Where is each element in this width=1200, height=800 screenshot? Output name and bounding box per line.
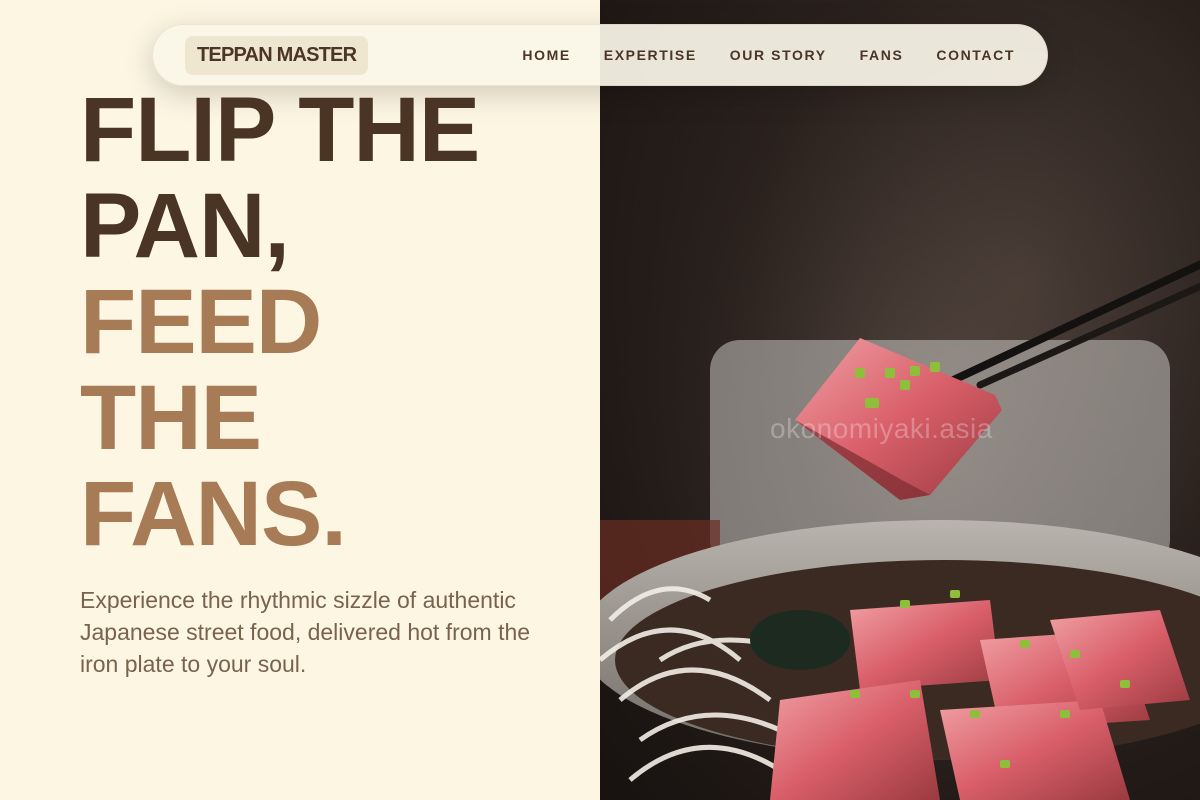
headline-line-1: FLIP THE bbox=[80, 79, 480, 181]
hero-headline: FLIP THE PAN, FEED THE FANS. bbox=[80, 79, 480, 565]
headline-line-3: FEED bbox=[80, 271, 322, 373]
nav-links: HOME EXPERTISE OUR STORY FANS CONTACT bbox=[522, 47, 1015, 63]
headline-line-4: THE bbox=[80, 367, 262, 469]
photo-watermark: okonomiyaki.asia bbox=[770, 413, 993, 444]
nav-link-expertise[interactable]: EXPERTISE bbox=[604, 47, 697, 63]
nav-link-fans[interactable]: FANS bbox=[860, 47, 904, 63]
nav-link-our-story[interactable]: OUR STORY bbox=[730, 47, 827, 63]
nav-link-contact[interactable]: CONTACT bbox=[936, 47, 1015, 63]
brand-logo[interactable]: TEPPAN MASTER bbox=[185, 35, 369, 75]
hero-food-photo: okonomiyaki.asia bbox=[600, 0, 1200, 800]
headline-line-2: PAN, bbox=[80, 175, 290, 277]
nav-link-home[interactable]: HOME bbox=[522, 47, 570, 63]
top-navigation: TEPPAN MASTER HOME EXPERTISE OUR STORY F… bbox=[152, 24, 1048, 86]
headline-line-5: FANS. bbox=[80, 463, 347, 565]
food-illustration bbox=[600, 0, 1200, 800]
hero-subtitle: Experience the rhythmic sizzle of authen… bbox=[80, 587, 531, 677]
